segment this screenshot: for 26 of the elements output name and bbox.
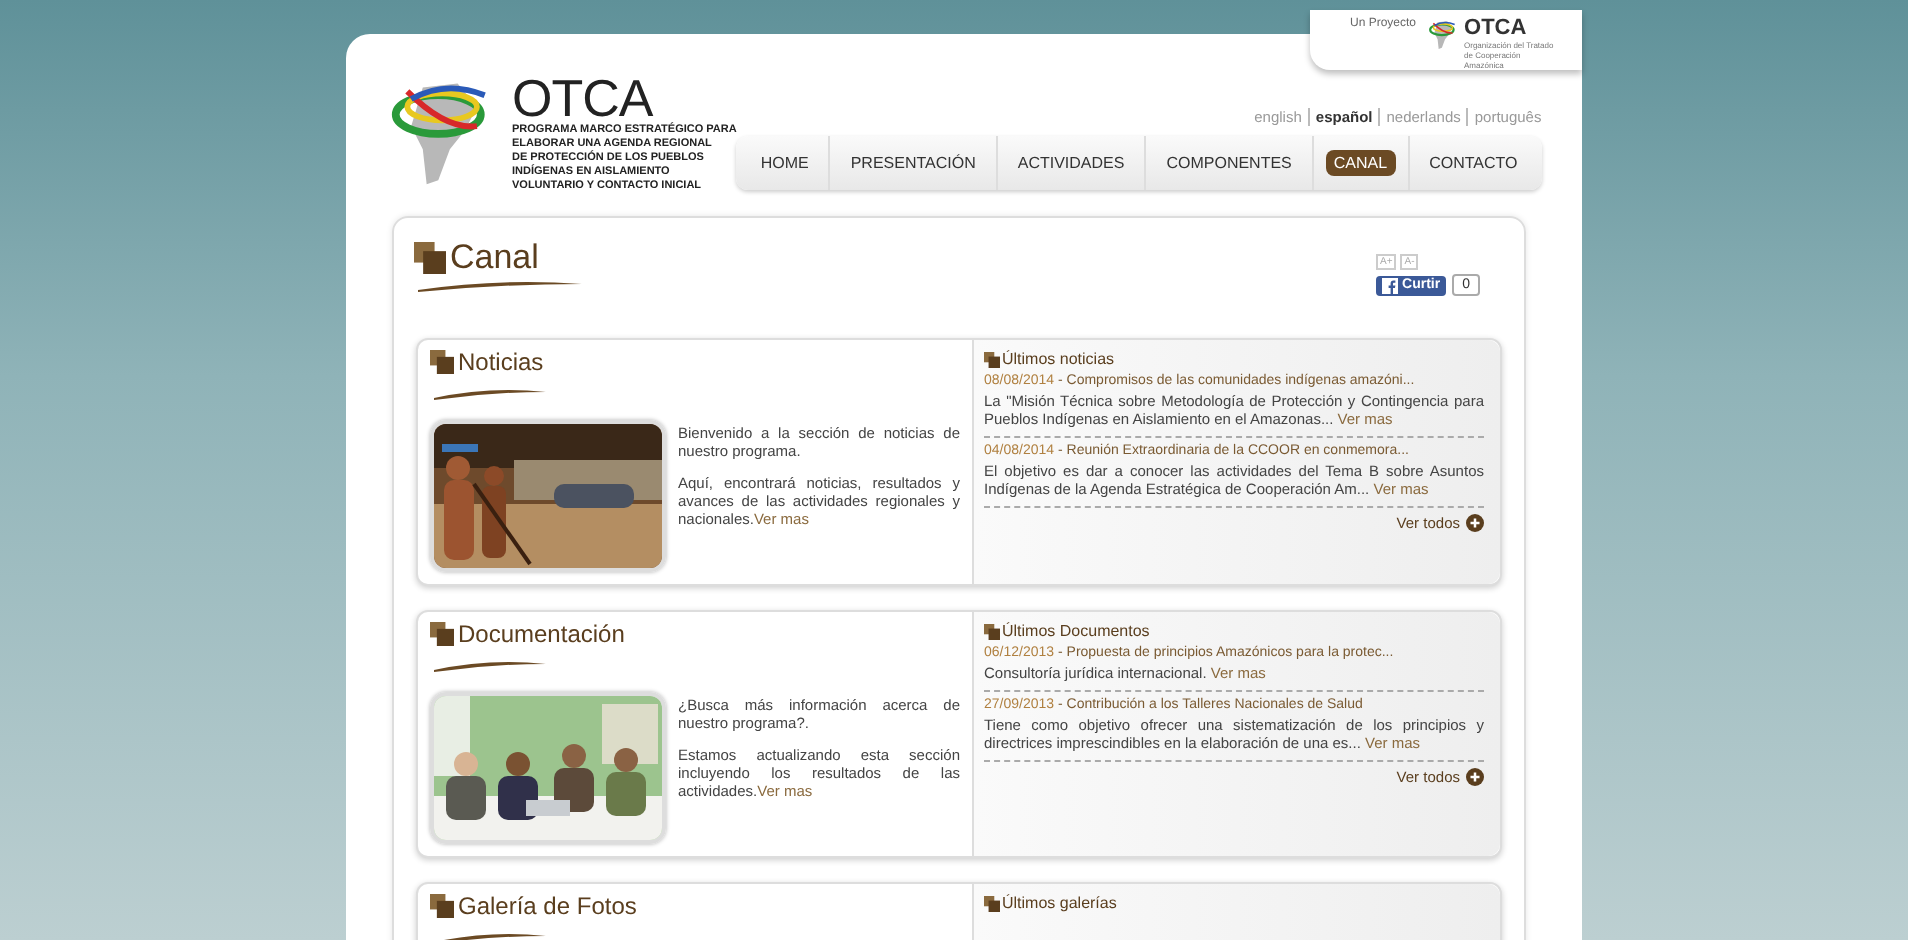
facebook-icon: [1382, 277, 1399, 293]
nav-item[interactable]: CONTACTO: [1421, 150, 1526, 176]
squares-icon: [984, 351, 1000, 367]
logo-text: OTCA: [1464, 18, 1529, 40]
nav-item[interactable]: COMPONENTES: [1158, 150, 1300, 176]
nav-item[interactable]: ACTIVIDADES: [1009, 150, 1133, 176]
logo-text: OTCA: [512, 72, 653, 124]
list-title: Últimos Documentos: [1002, 622, 1150, 640]
logo-icon: [1428, 18, 1461, 50]
list-title: Últimos galerías: [1002, 894, 1117, 912]
squares-icon: [430, 350, 454, 374]
plus-icon: [1466, 768, 1484, 786]
list-title: Últimos noticias: [1002, 350, 1115, 368]
section-title: Noticias: [458, 348, 544, 376]
squares-icon: [414, 242, 446, 274]
plus-icon: [1466, 514, 1484, 532]
squares-icon: [984, 895, 1000, 911]
section-title: Galería de Fotos: [458, 892, 637, 920]
squares-icon: [430, 622, 454, 646]
page-title: Canal: [450, 238, 539, 278]
nav-item[interactable]: CANAL: [1325, 150, 1396, 176]
nav-item[interactable]: HOME: [752, 150, 817, 176]
squares-icon: [984, 623, 1000, 639]
squares-icon: [430, 894, 454, 918]
nav-item[interactable]: PRESENTACIÓN: [842, 150, 984, 176]
section-title: Documentación: [458, 620, 625, 648]
